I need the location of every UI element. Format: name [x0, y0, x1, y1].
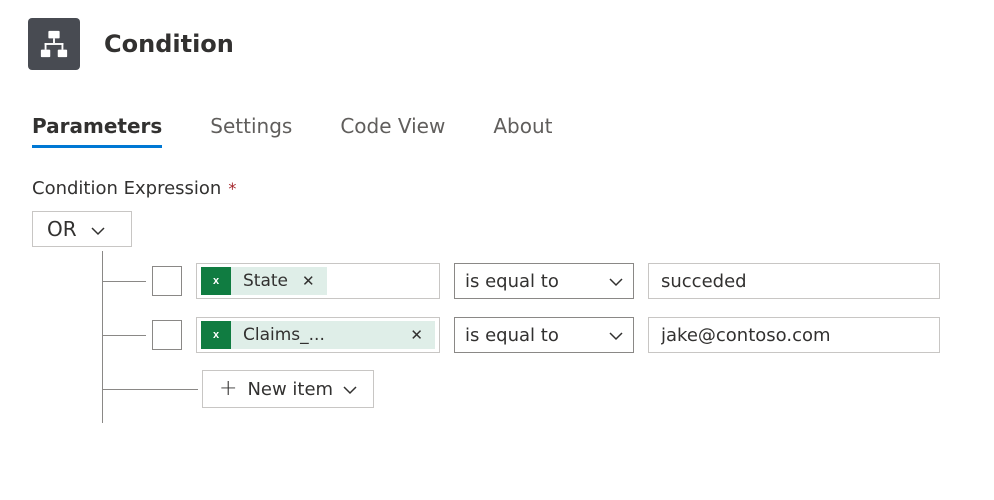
excel-icon: x	[201, 321, 231, 349]
tab-code-view[interactable]: Code View	[340, 114, 445, 148]
remove-token-icon[interactable]: ✕	[408, 326, 425, 344]
chevron-down-icon	[343, 379, 357, 400]
field-token-input[interactable]: x State ✕	[196, 263, 440, 299]
plus-icon: +	[219, 378, 237, 400]
new-item-button[interactable]: + New item	[202, 370, 374, 408]
condition-row: x State ✕ is equal to	[102, 261, 962, 301]
logical-operator-value: OR	[47, 217, 77, 241]
tab-settings[interactable]: Settings	[210, 114, 292, 148]
value-input[interactable]	[648, 317, 940, 353]
new-item-row: + New item	[102, 369, 962, 409]
comparator-select[interactable]: is equal to	[454, 263, 634, 299]
remove-token-icon[interactable]: ✕	[300, 272, 317, 290]
section-label: Condition Expression	[32, 178, 221, 199]
comparator-value: is equal to	[465, 271, 559, 292]
new-item-label: New item	[247, 379, 333, 400]
row-checkbox[interactable]	[152, 320, 182, 350]
tree-connector-horizontal	[102, 281, 146, 282]
field-token-label: State	[243, 271, 288, 291]
chevron-down-icon	[609, 271, 623, 292]
panel-header: Condition	[0, 0, 994, 80]
tab-bar: Parameters Settings Code View About	[0, 80, 994, 148]
chevron-down-icon	[609, 325, 623, 346]
comparator-select[interactable]: is equal to	[454, 317, 634, 353]
tree-connector-horizontal	[102, 335, 146, 336]
panel-title: Condition	[104, 30, 234, 58]
section-condition-expression: Condition Expression *	[0, 148, 994, 199]
tab-about[interactable]: About	[493, 114, 552, 148]
field-token-input[interactable]: x Claims_... ✕	[196, 317, 440, 353]
logical-operator-select[interactable]: OR	[32, 211, 132, 247]
field-token-label: Claims_...	[243, 325, 325, 345]
row-checkbox[interactable]	[152, 266, 182, 296]
value-input[interactable]	[648, 263, 940, 299]
excel-icon: x	[201, 267, 231, 295]
comparator-value: is equal to	[465, 325, 559, 346]
required-marker: *	[228, 179, 236, 198]
chevron-down-icon	[91, 217, 105, 241]
condition-row: x Claims_... ✕ is equal to	[102, 315, 962, 355]
tree-connector-horizontal	[102, 389, 198, 390]
tab-parameters[interactable]: Parameters	[32, 114, 162, 148]
condition-icon	[28, 18, 80, 70]
